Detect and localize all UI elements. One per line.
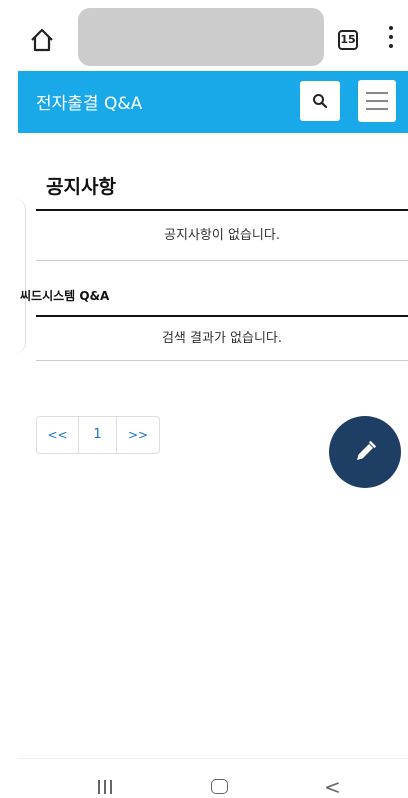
qa-table-caption: 씨드시스템 Q&A — [20, 289, 110, 303]
home-icon[interactable] — [28, 26, 56, 54]
side-drawer-edge — [0, 198, 26, 354]
home-nav-icon[interactable] — [211, 779, 228, 794]
notice-empty-message: 공지사항이 없습니다. — [36, 211, 408, 261]
back-icon[interactable]: < — [324, 775, 341, 798]
write-post-button[interactable] — [329, 416, 401, 488]
search-icon — [313, 94, 328, 109]
tab-switcher-button[interactable]: 15 — [338, 30, 358, 50]
address-bar[interactable] — [78, 8, 324, 66]
notice-table: 공지사항이 없습니다. — [36, 209, 408, 261]
app-header: 전자출결 Q&A — [18, 71, 408, 133]
qa-empty-message: 검색 결과가 없습니다. — [36, 317, 408, 361]
page-current-button[interactable]: 1 — [79, 417, 117, 453]
page-next-button[interactable]: >> — [117, 417, 159, 453]
pencil-icon — [357, 441, 376, 460]
system-navigation-bar: < — [18, 758, 408, 798]
hamburger-menu-icon[interactable] — [358, 80, 396, 122]
pagination: << 1 >> — [36, 416, 160, 454]
more-vertical-icon[interactable] — [386, 26, 396, 52]
page-title: 전자출결 Q&A — [36, 94, 143, 114]
browser-toolbar: 15 — [0, 0, 408, 71]
search-button[interactable] — [300, 81, 340, 121]
notice-section-title: 공지사항 — [46, 176, 116, 198]
recent-apps-icon[interactable] — [98, 779, 116, 798]
qa-table: 검색 결과가 없습니다. — [36, 315, 408, 361]
page-prev-button[interactable]: << — [37, 417, 79, 453]
